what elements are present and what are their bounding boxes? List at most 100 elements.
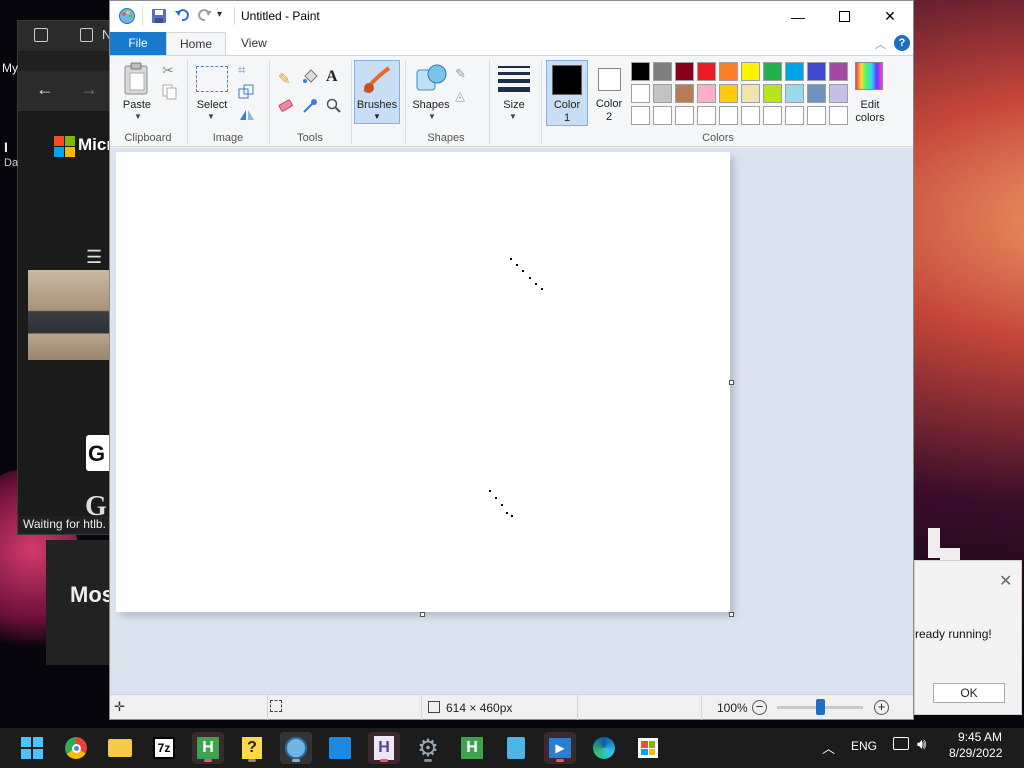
edit-colors-icon[interactable] bbox=[855, 62, 883, 90]
pencil-icon[interactable]: ✎ bbox=[278, 70, 294, 88]
palette-swatch[interactable] bbox=[829, 62, 848, 81]
h-green-taskbar-button[interactable]: H bbox=[456, 732, 488, 764]
eraser-icon[interactable] bbox=[278, 98, 294, 114]
maximize-button[interactable] bbox=[821, 1, 867, 32]
palette-swatch[interactable] bbox=[653, 62, 672, 81]
network-icon[interactable] bbox=[893, 737, 909, 750]
outline-icon[interactable]: ✎ bbox=[455, 66, 471, 82]
close-button[interactable]: ✕ bbox=[867, 1, 913, 32]
palette-swatch[interactable] bbox=[785, 106, 804, 125]
notification-ok-button[interactable]: OK bbox=[933, 683, 1005, 703]
tab-actions-icon[interactable] bbox=[34, 28, 48, 42]
palette-swatch[interactable] bbox=[719, 62, 738, 81]
browser-tab-icon[interactable] bbox=[80, 28, 93, 42]
chrome-taskbar-button[interactable] bbox=[60, 732, 92, 764]
fill-icon[interactable] bbox=[302, 69, 318, 85]
chevron-up-icon[interactable]: ︿ bbox=[822, 738, 835, 757]
title-bar[interactable]: ▾ Untitled - Paint — ✕ bbox=[110, 1, 913, 32]
h-editor-taskbar-button[interactable]: H bbox=[368, 732, 400, 764]
7zip-taskbar-button[interactable]: 7z bbox=[148, 732, 180, 764]
shapes-icon[interactable] bbox=[415, 62, 449, 96]
palette-swatch[interactable] bbox=[653, 84, 672, 103]
palette-swatch[interactable] bbox=[631, 62, 650, 81]
resize-handle-right[interactable] bbox=[729, 380, 734, 385]
size-button[interactable]: Size bbox=[493, 99, 535, 111]
clock-time[interactable]: 9:45 AM bbox=[958, 730, 1002, 744]
minimize-button[interactable]: — bbox=[775, 1, 821, 32]
palette-swatch[interactable] bbox=[829, 84, 848, 103]
palette-swatch[interactable] bbox=[741, 62, 760, 81]
save-icon[interactable] bbox=[151, 8, 167, 24]
palette-swatch[interactable] bbox=[807, 106, 826, 125]
hamburger-menu-icon[interactable]: ☰ bbox=[86, 247, 102, 268]
help-icon[interactable]: ? bbox=[894, 35, 910, 51]
back-arrow-icon[interactable]: ← bbox=[36, 79, 54, 100]
cut-icon[interactable]: ✂ bbox=[162, 62, 178, 78]
crop-icon[interactable]: ⌗ bbox=[238, 62, 254, 78]
palette-swatch[interactable] bbox=[763, 84, 782, 103]
palette-swatch[interactable] bbox=[675, 84, 694, 103]
settings-taskbar-button[interactable]: ⚙ bbox=[412, 732, 444, 764]
media-player-taskbar-button[interactable]: ▶ bbox=[544, 732, 576, 764]
tab-file[interactable]: File bbox=[110, 32, 166, 55]
zoom-slider-thumb[interactable] bbox=[816, 699, 825, 715]
palette-swatch[interactable] bbox=[719, 106, 738, 125]
tab-view[interactable]: View bbox=[228, 32, 280, 55]
size-dropdown-icon[interactable]: ▼ bbox=[509, 112, 517, 121]
resize-handle-corner[interactable] bbox=[729, 612, 734, 617]
color-picker-icon[interactable] bbox=[302, 98, 318, 114]
forward-arrow-icon[interactable]: → bbox=[80, 79, 98, 100]
fill-shape-icon[interactable]: ◬ bbox=[455, 88, 471, 104]
collapse-ribbon-icon[interactable]: ︿ bbox=[875, 36, 886, 52]
copy-icon[interactable] bbox=[162, 84, 178, 100]
palette-swatch[interactable] bbox=[741, 84, 760, 103]
color1-button[interactable]: Color 1 bbox=[546, 60, 588, 126]
palette-swatch[interactable] bbox=[763, 62, 782, 81]
edge-taskbar-button[interactable] bbox=[588, 732, 620, 764]
palette-swatch[interactable] bbox=[697, 62, 716, 81]
resize-handle-bottom[interactable] bbox=[420, 612, 425, 617]
brushes-button[interactable]: Brushes ▼ bbox=[354, 60, 400, 124]
calendar-taskbar-button[interactable] bbox=[324, 732, 356, 764]
drawing-canvas[interactable] bbox=[116, 152, 730, 612]
resize-icon[interactable] bbox=[238, 84, 254, 100]
zoom-slider[interactable] bbox=[777, 699, 863, 715]
color2-button[interactable]: Color 2 bbox=[592, 60, 626, 126]
rotate-icon[interactable] bbox=[238, 106, 254, 122]
edit-colors-button[interactable]: Edit bbox=[848, 99, 892, 111]
shapes-button[interactable]: Shapes bbox=[409, 99, 453, 111]
undo-icon[interactable] bbox=[174, 7, 191, 24]
size-icon[interactable] bbox=[498, 66, 530, 92]
palette-swatch[interactable] bbox=[785, 84, 804, 103]
palette-swatch[interactable] bbox=[675, 62, 694, 81]
palette-swatch[interactable] bbox=[631, 84, 650, 103]
palette-swatch[interactable] bbox=[829, 106, 848, 125]
browser-tab-bar[interactable]: N bbox=[18, 21, 116, 51]
palette-swatch[interactable] bbox=[631, 106, 650, 125]
zoom-out-button[interactable]: − bbox=[752, 700, 767, 715]
palette-swatch[interactable] bbox=[763, 106, 782, 125]
help-app-taskbar-button[interactable]: ? bbox=[236, 732, 268, 764]
palette-swatch[interactable] bbox=[807, 62, 826, 81]
text-icon[interactable]: A bbox=[326, 68, 342, 85]
paint-taskbar-button[interactable] bbox=[280, 732, 312, 764]
paste-dropdown-icon[interactable]: ▼ bbox=[134, 112, 142, 121]
file-explorer-taskbar-button[interactable] bbox=[104, 732, 136, 764]
select-dropdown-icon[interactable]: ▼ bbox=[207, 112, 215, 121]
palette-swatch[interactable] bbox=[785, 62, 804, 81]
select-button[interactable]: Select bbox=[192, 99, 232, 111]
news-thumbnail-image[interactable] bbox=[28, 270, 110, 360]
palette-swatch[interactable] bbox=[697, 84, 716, 103]
tab-home[interactable]: Home bbox=[166, 32, 227, 55]
select-icon[interactable] bbox=[196, 66, 228, 92]
redo-icon[interactable] bbox=[196, 7, 213, 24]
customize-qat-icon[interactable]: ▾ bbox=[217, 9, 222, 20]
magnifier-icon[interactable] bbox=[326, 98, 342, 114]
start-button[interactable] bbox=[16, 732, 48, 764]
shapes-dropdown-icon[interactable]: ▼ bbox=[428, 112, 436, 121]
store-taskbar-button[interactable] bbox=[632, 732, 664, 764]
palette-swatch[interactable] bbox=[653, 106, 672, 125]
notepad-taskbar-button[interactable] bbox=[500, 732, 532, 764]
palette-swatch[interactable] bbox=[719, 84, 738, 103]
palette-swatch[interactable] bbox=[675, 106, 694, 125]
